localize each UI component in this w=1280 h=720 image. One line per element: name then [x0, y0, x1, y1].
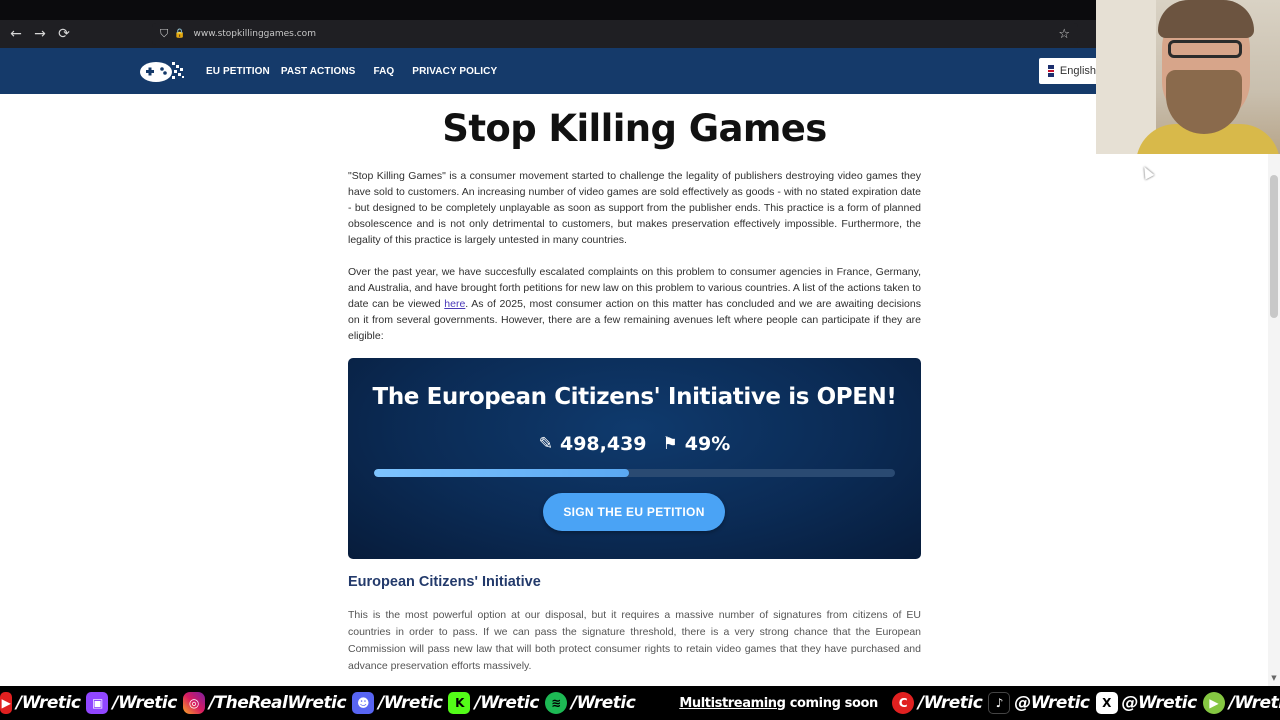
section-heading: European Citizens' Initiative: [348, 574, 541, 590]
tiktok-icon: ♪: [988, 692, 1011, 714]
reload-icon[interactable]: ⟳: [52, 22, 76, 46]
rumble-icon: ▶: [1202, 692, 1225, 714]
x-icon: X: [1095, 692, 1118, 714]
intro-paragraph: "Stop Killing Games" is a consumer movem…: [348, 170, 921, 246]
social-handle: @Wretic: [1121, 693, 1198, 713]
url-text[interactable]: www.stopkillinggames.com: [193, 29, 316, 39]
browser-tab-strip: [0, 0, 1096, 20]
pencil-icon: ✎: [538, 434, 553, 454]
instagram-icon: ◎: [182, 692, 205, 714]
forward-icon[interactable]: →: [28, 22, 52, 46]
signature-stats: ✎ 498,439 ⚑ 49%: [348, 433, 921, 455]
social-item: ◎/TheRealWretic: [182, 692, 347, 714]
flag-icon: ⚑: [662, 434, 678, 454]
youtube-icon: ▶: [0, 692, 12, 714]
social-handle: /Wretic: [917, 693, 983, 713]
address-bar[interactable]: ⛉ 🔒 www.stopkillinggames.com ☆: [152, 23, 1078, 45]
nav-privacy-policy[interactable]: PRIVACY POLICY: [412, 66, 497, 77]
signature-count: 498,439: [559, 433, 647, 455]
kick-icon: K: [448, 692, 471, 714]
webcam-overlay: [1096, 0, 1280, 154]
social-handle: @Wretic: [1014, 693, 1090, 713]
shield-icon[interactable]: ⛉: [160, 27, 168, 41]
site-logo[interactable]: [138, 58, 186, 84]
nav-past-actions[interactable]: PAST ACTIONS: [281, 66, 356, 77]
discord-icon: ☻: [352, 692, 375, 714]
social-item: ▶/Wretic: [1202, 692, 1280, 714]
signature-progress-bar: [374, 469, 895, 477]
social-handle: /Wretic: [378, 693, 443, 713]
multistreaming-rest: coming soon: [785, 695, 879, 711]
uk-flag-icon: [1048, 65, 1054, 77]
eci-paragraph: This is the most powerful option at our …: [348, 609, 921, 672]
sign-petition-button[interactable]: SIGN THE EU PETITION: [543, 493, 725, 531]
social-item: ♪ @Wretic: [988, 692, 1090, 714]
page-title: Stop Killing Games: [442, 107, 827, 150]
multistreaming-label: Multistreaming: [679, 695, 786, 711]
eci-banner: The European Citizens' Initiative is OPE…: [348, 358, 921, 559]
social-handle: /Wretic: [112, 693, 177, 713]
scroll-down-arrow-icon[interactable]: ▼: [1269, 674, 1279, 684]
browser-toolbar: ← → ⟳ ⛉ 🔒 www.stopkillinggames.com ☆: [0, 20, 1096, 48]
social-handle: /Wretic: [16, 693, 81, 713]
social-item: ▶/Wretic: [0, 692, 81, 714]
actions-paragraph: Over the past year, we have succesfully …: [348, 264, 921, 344]
scrollbar-thumb[interactable]: [1270, 175, 1278, 318]
social-handle: /TheRealWretic: [208, 693, 347, 713]
nav-faq[interactable]: FAQ: [373, 66, 394, 77]
social-item: ☻/Wretic: [352, 692, 443, 714]
social-handle: /Wretic: [1228, 693, 1280, 713]
social-item: C/Wretic: [891, 692, 983, 714]
social-handle: /Wretic: [474, 693, 539, 713]
multistreaming-notice: Multistreaming coming soon: [679, 696, 878, 711]
nav-links: EU PETITION PAST ACTIONS FAQ PRIVACY POL…: [206, 48, 508, 94]
signature-percent: 49%: [684, 433, 731, 455]
social-item: X @Wretic: [1095, 692, 1198, 714]
social-item: ≋/Wretic: [544, 692, 636, 714]
social-item: ▣/Wretic: [86, 692, 177, 714]
stream-social-bar: ▶/Wretic ▣/Wretic ◎/TheRealWretic ☻/Wretic K…: [0, 686, 1280, 720]
kick-circle-icon: C: [891, 692, 914, 714]
spotify-icon: ≋: [544, 692, 567, 714]
lock-icon[interactable]: 🔒: [174, 29, 185, 39]
social-item: K/Wretic: [448, 692, 539, 714]
language-selector[interactable]: English: [1039, 58, 1096, 84]
nav-eu-petition[interactable]: EU PETITION: [206, 66, 270, 77]
signature-progress-fill: [374, 469, 630, 477]
social-handle: /Wretic: [570, 693, 636, 713]
past-actions-link[interactable]: here: [444, 298, 465, 310]
bookmark-star-icon[interactable]: ☆: [1058, 27, 1070, 42]
mouse-cursor-icon: [1139, 164, 1155, 180]
banner-title: The European Citizens' Initiative is OPE…: [372, 384, 897, 410]
language-label: English: [1059, 65, 1096, 77]
back-icon[interactable]: ←: [4, 22, 28, 46]
site-header: EU PETITION PAST ACTIONS FAQ PRIVACY POL…: [0, 48, 1096, 94]
twitch-icon: ▣: [86, 692, 109, 714]
